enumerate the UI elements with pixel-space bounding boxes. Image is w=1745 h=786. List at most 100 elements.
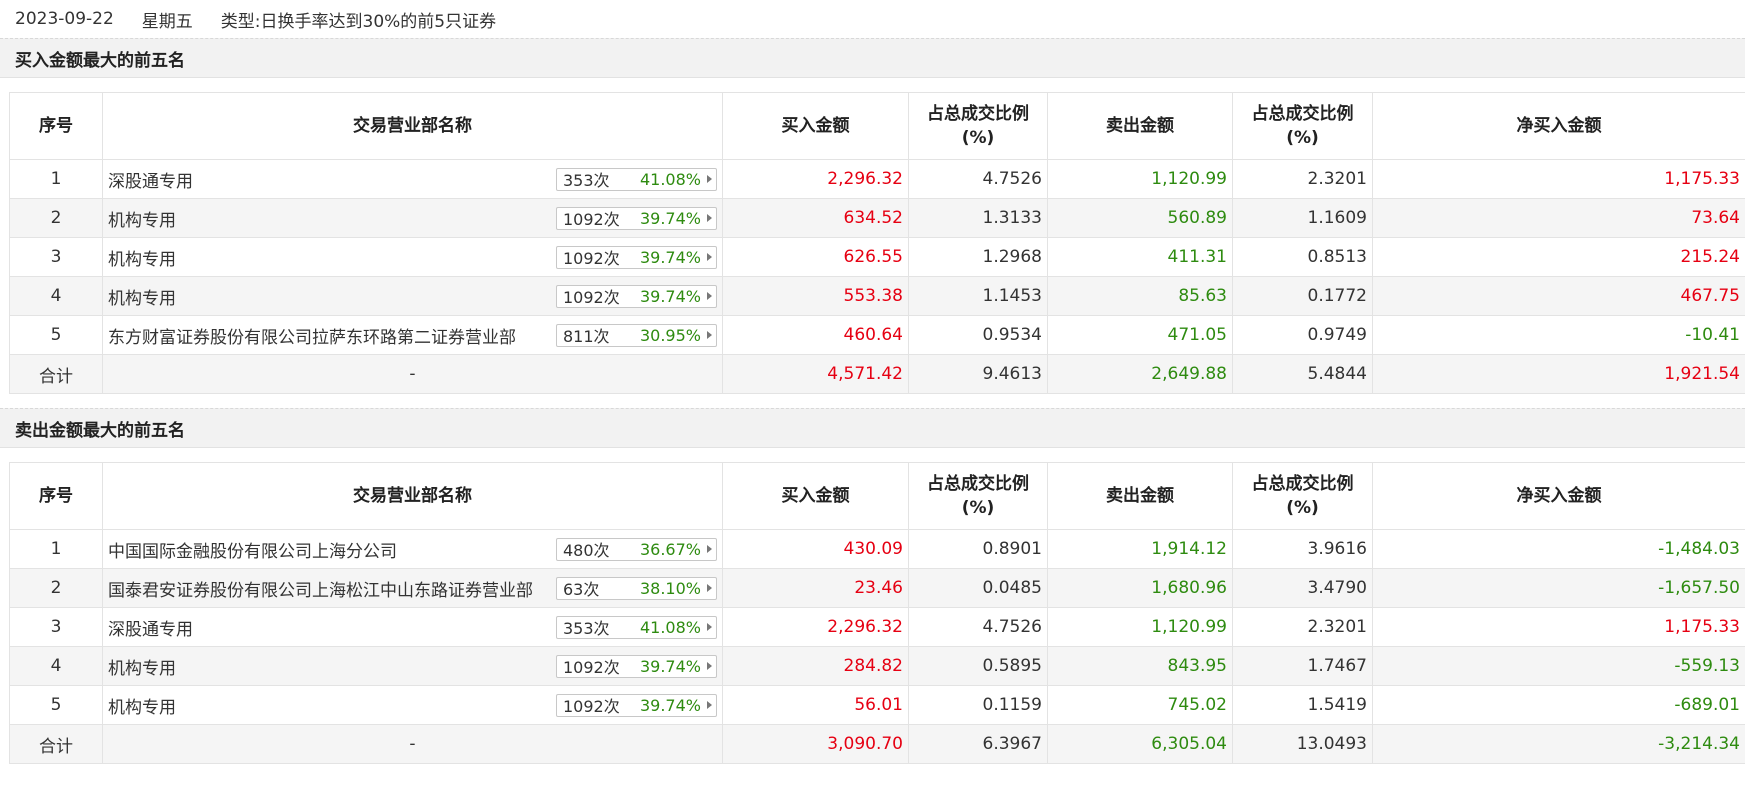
branch-name-cell: 机构专用 1092次 39.74%	[102, 237, 723, 277]
total-name: -	[102, 354, 723, 394]
branch-stats-button[interactable]: 811次 30.95%	[556, 323, 717, 347]
sell-ratio: 3.9616	[1232, 529, 1373, 569]
win-rate: 39.74%	[639, 247, 701, 267]
buy-amount: 626.55	[722, 237, 909, 277]
buy-amount: 553.38	[722, 276, 909, 316]
total-buy: 3,090.70	[722, 724, 909, 764]
sell-amount: 85.63	[1047, 276, 1233, 316]
win-rate: 38.10%	[639, 578, 701, 598]
net-amount: 467.75	[1372, 276, 1745, 316]
branch-name-cell: 深股通专用 353次 41.08%	[102, 159, 723, 199]
table-row: 1 中国国际金融股份有限公司上海分公司 480次 36.67% 430.09 0.8901…	[9, 529, 1745, 569]
header-bar: 2023-09-22 星期五 类型:日换手率达到30%的前5只证券	[0, 0, 1745, 38]
branch-stats-button[interactable]: 1092次 39.74%	[556, 654, 717, 678]
sell-ratio: 1.5419	[1232, 685, 1373, 725]
sell-ratio: 1.7467	[1232, 646, 1373, 686]
sell-top-title: 卖出金额最大的前五名	[0, 408, 1745, 448]
table-row: 5 机构专用 1092次 39.74% 56.01 0.1159 745.02 1.5419-…	[9, 685, 1745, 725]
row-index: 3	[9, 237, 103, 277]
branch-name[interactable]: 深股通专用	[108, 167, 193, 192]
branch-name[interactable]: 中国国际金融股份有限公司上海分公司	[108, 537, 397, 562]
table-row: 4 机构专用 1092次 39.74% 284.82 0.5895 843.95 1.7467…	[9, 646, 1745, 686]
col-name-header: 交易营业部名称	[102, 92, 723, 160]
branch-name[interactable]: 深股通专用	[108, 615, 193, 640]
listing-count: 1092次	[563, 288, 620, 307]
branch-name-cell: 机构专用 1092次 39.74%	[102, 198, 723, 238]
sell-top-table: 序号 交易营业部名称 买入金额 占总成交比例 (%) 卖出金额 占总成交比例 (…	[9, 462, 1745, 764]
table-row: 4 机构专用 1092次 39.74% 553.38 1.1453 85.63 0.1772 4…	[9, 276, 1745, 316]
sell-amount: 1,120.99	[1047, 607, 1233, 647]
win-rate: 39.74%	[639, 656, 701, 676]
buy-ratio: 4.7526	[908, 607, 1048, 647]
branch-name[interactable]: 机构专用	[108, 206, 176, 231]
sell-ratio: 0.8513	[1232, 237, 1373, 277]
branch-stats-button[interactable]: 1092次 39.74%	[556, 206, 717, 230]
net-amount: -1,657.50	[1372, 568, 1745, 608]
total-buy-ratio: 6.3967	[908, 724, 1048, 764]
net-amount: -559.13	[1372, 646, 1745, 686]
buy-amount: 284.82	[722, 646, 909, 686]
table-header-row: 序号 交易营业部名称 买入金额 占总成交比例 (%) 卖出金额 占总成交比例 (…	[9, 462, 1745, 530]
row-index: 4	[9, 646, 103, 686]
row-index: 1	[9, 529, 103, 569]
caret-right-icon	[707, 253, 712, 261]
buy-ratio: 4.7526	[908, 159, 1048, 199]
win-rate: 36.67%	[639, 539, 701, 559]
total-row: 合计 -4,571.42 9.4613 2,649.88 5.4844 1,921.54	[9, 354, 1745, 394]
total-label: 合计	[9, 724, 103, 764]
buy-amount: 430.09	[722, 529, 909, 569]
sell-amount: 843.95	[1047, 646, 1233, 686]
table-row: 3 机构专用 1092次 39.74% 626.55 1.2968 411.31 0.8513…	[9, 237, 1745, 277]
branch-stats-button[interactable]: 1092次 39.74%	[556, 284, 717, 308]
listing-count: 1092次	[563, 697, 620, 716]
listing-count: 1092次	[563, 658, 620, 677]
branch-name[interactable]: 东方财富证券股份有限公司拉萨东环路第二证券营业部	[108, 323, 516, 348]
total-buy-ratio: 9.4613	[908, 354, 1048, 394]
branch-stats-button[interactable]: 480次 36.67%	[556, 537, 717, 561]
net-amount: -10.41	[1372, 315, 1745, 355]
date-text: 2023-09-22	[15, 9, 114, 29]
buy-amount: 460.64	[722, 315, 909, 355]
branch-name[interactable]: 机构专用	[108, 284, 176, 309]
branch-name[interactable]: 机构专用	[108, 245, 176, 270]
sell-amount: 1,914.12	[1047, 529, 1233, 569]
weekday-text: 星期五	[141, 11, 193, 32]
branch-stats-button[interactable]: 1092次 39.74%	[556, 693, 717, 717]
caret-right-icon	[707, 545, 712, 553]
total-row: 合计 -3,090.70 6.3967 6,305.04 13.0493 -3,214.3…	[9, 724, 1745, 764]
branch-name-cell: 机构专用 1092次 39.74%	[102, 276, 723, 316]
table-row: 3 深股通专用 353次 41.08% 2,296.32 4.7526 1,120.99 2.…	[9, 607, 1745, 647]
branch-name[interactable]: 机构专用	[108, 693, 176, 718]
row-index: 2	[9, 568, 103, 608]
buy-ratio: 0.9534	[908, 315, 1048, 355]
net-amount: 73.64	[1372, 198, 1745, 238]
col-sell-ratio-header: 占总成交比例 (%)	[1232, 462, 1373, 530]
buy-ratio: 1.2968	[908, 237, 1048, 277]
caret-right-icon	[707, 214, 712, 222]
branch-stats-button[interactable]: 353次 41.08%	[556, 167, 717, 191]
branch-stats-button[interactable]: 353次 41.08%	[556, 615, 717, 639]
branch-stats-button[interactable]: 1092次 39.74%	[556, 245, 717, 269]
branch-name[interactable]: 国泰君安证券股份有限公司上海松江中山东路证券营业部	[108, 576, 533, 601]
row-index: 1	[9, 159, 103, 199]
branch-name[interactable]: 机构专用	[108, 654, 176, 679]
caret-right-icon	[707, 662, 712, 670]
buy-amount: 634.52	[722, 198, 909, 238]
col-sell-header: 卖出金额	[1047, 92, 1233, 160]
win-rate: 41.08%	[639, 617, 701, 637]
col-sell-header: 卖出金额	[1047, 462, 1233, 530]
branch-stats-button[interactable]: 63次 38.10%	[556, 576, 717, 600]
table-row: 5 东方财富证券股份有限公司拉萨东环路第二证券营业部 811次 30.95% 460.6…	[9, 315, 1745, 355]
sell-top-body: 1 中国国际金融股份有限公司上海分公司 480次 36.67% 430.09 0.8901…	[9, 529, 1745, 764]
col-buy-header: 买入金额	[722, 462, 909, 530]
branch-name-cell: 国泰君安证券股份有限公司上海松江中山东路证券营业部 63次 38.10%	[102, 568, 723, 608]
caret-right-icon	[707, 331, 712, 339]
caret-right-icon	[707, 623, 712, 631]
sell-amount: 1,120.99	[1047, 159, 1233, 199]
table-header-row: 序号 交易营业部名称 买入金额 占总成交比例 (%) 卖出金额 占总成交比例 (…	[9, 92, 1745, 160]
table-row: 2 机构专用 1092次 39.74% 634.52 1.3133 560.89 1.1609…	[9, 198, 1745, 238]
listing-count: 353次	[563, 171, 610, 190]
buy-ratio: 1.3133	[908, 198, 1048, 238]
buy-ratio: 1.1453	[908, 276, 1048, 316]
type-label: 类型:日换手率达到30%的前5只证券	[220, 11, 497, 32]
